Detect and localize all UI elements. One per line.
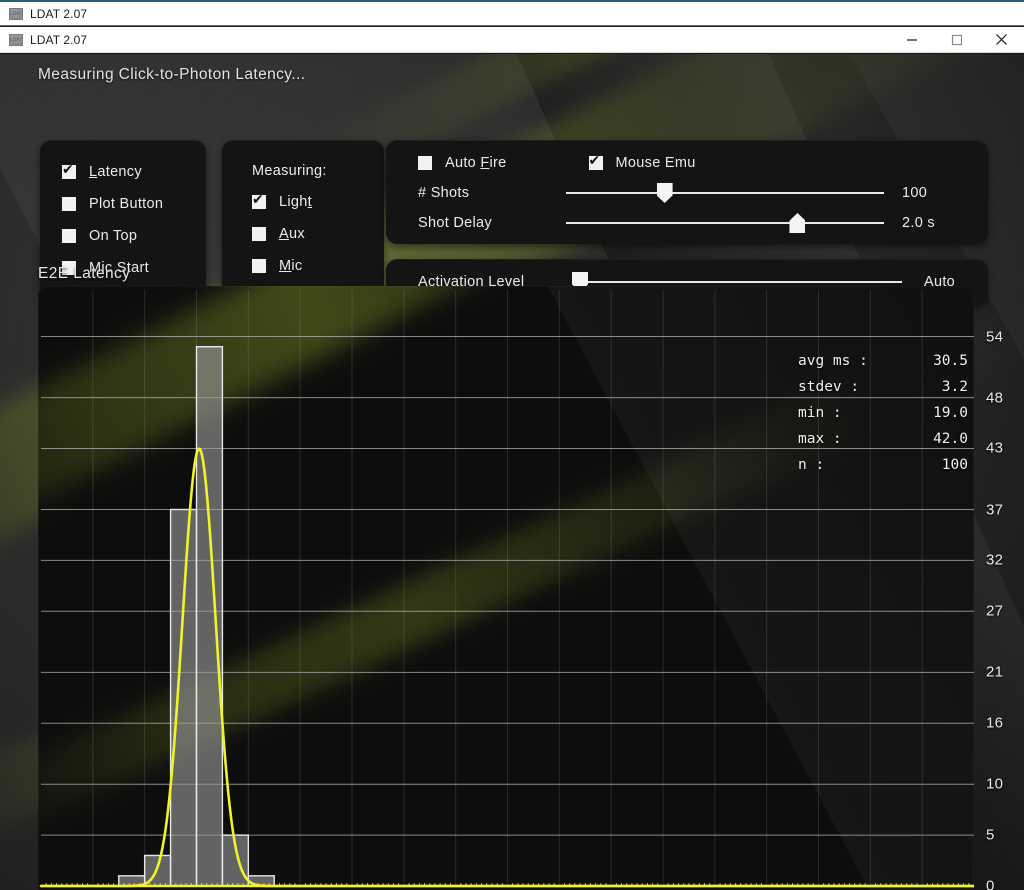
checkbox-label-light: Light [279, 194, 312, 210]
checkbox-light[interactable] [252, 191, 266, 209]
shot-delay-slider-handle[interactable] [789, 213, 806, 233]
stat-value: 19.0 [933, 405, 968, 421]
num-shots-slider-handle[interactable] [656, 183, 673, 203]
y-axis-tick-label: 27 [986, 602, 1004, 620]
minimize-icon [906, 34, 918, 46]
autofire-row: Auto Fire Mouse Emu [386, 148, 988, 178]
stat-key: min : [798, 405, 842, 421]
y-axis-tick-label: 5 [986, 826, 995, 844]
y-axis-tick-label: 0 [986, 877, 995, 890]
measuring-panel: Measuring: Light Aux Mic [222, 140, 384, 308]
taskbar-strip: LDAT LDAT 2.07 [0, 0, 1024, 26]
checkbox-label-latency: Latency [89, 164, 142, 180]
activation-level-slider-track[interactable] [572, 281, 902, 283]
checkbox-plot-button[interactable] [62, 197, 76, 211]
measuring-caption: Measuring: [252, 163, 327, 179]
checkbox-label-mouse-emu: Mouse Emu [615, 155, 696, 171]
taskbar-title: LDAT 2.07 [30, 6, 88, 21]
checkbox-label-auto-fire: Auto Fire [445, 155, 507, 171]
close-icon [995, 33, 1008, 46]
status-headline: Measuring Click-to-Photon Latency... [38, 66, 306, 83]
ldat-app-icon: LDAT [9, 33, 23, 46]
checkbox-row-mouse-emu[interactable]: Mouse Emu [588, 152, 696, 171]
checkbox-label-on-top: On Top [89, 228, 138, 244]
shots-panel: Auto Fire Mouse Emu # Shots 100 Shot Del… [386, 140, 988, 244]
shot-delay-value: 2.0 s [902, 215, 935, 231]
y-axis-tick-label: 16 [986, 714, 1004, 732]
y-axis-tick-label: 43 [986, 439, 1004, 457]
histogram-bar [195, 346, 224, 887]
num-shots-row: # Shots 100 [386, 178, 988, 208]
checkbox-row-auto-fire[interactable]: Auto Fire [418, 155, 507, 171]
y-axis-tick-label: 10 [986, 775, 1004, 793]
checkbox-row-plot-button[interactable]: Plot Button [40, 188, 206, 220]
stat-value: 30.5 [933, 353, 968, 369]
checkbox-label-mic: Mic [279, 258, 303, 274]
shot-delay-row: Shot Delay 2.0 s [386, 208, 988, 238]
checkbox-on-top[interactable] [62, 229, 76, 243]
num-shots-slider[interactable] [566, 180, 884, 206]
latency-histogram-chart[interactable]: avg ms : 30.5 stdev : 3.2 min : 19.0 max : 42.0… [38, 286, 974, 890]
stat-value: 3.2 [941, 379, 968, 395]
stat-key: max : [798, 431, 842, 447]
stats-overlay: avg ms : 30.5 stdev : 3.2 min : 19.0 max : 42.0… [798, 348, 968, 478]
checkbox-row-latency[interactable]: Latency [40, 156, 206, 188]
checkbox-mic[interactable] [252, 259, 266, 273]
stat-row: n : 100 [798, 452, 968, 478]
y-axis-tick-label: 37 [986, 501, 1004, 518]
stat-row: stdev : 3.2 [798, 374, 968, 400]
window-title: LDAT 2.07 [30, 32, 88, 47]
stat-row: min : 19.0 [798, 400, 968, 426]
num-shots-label: # Shots [418, 185, 470, 201]
window-maximize-button[interactable] [934, 27, 979, 52]
stat-value: 42.0 [933, 431, 968, 447]
stat-key: avg ms : [798, 353, 868, 369]
ldat-app-window: LDAT LDAT 2.07 LDAT LDAT 2.07 Measuring … [0, 0, 1024, 890]
shot-delay-slider-track[interactable] [566, 222, 884, 224]
checkbox-auto-fire[interactable] [418, 156, 432, 170]
app-content: Measuring Click-to-Photon Latency... Lat… [0, 54, 1024, 890]
y-axis-tick-label: 48 [986, 389, 1004, 407]
window-titlebar[interactable]: LDAT LDAT 2.07 [0, 27, 1024, 53]
stat-key: stdev : [798, 379, 860, 395]
num-shots-value: 100 [902, 185, 928, 201]
checkbox-row-mic[interactable]: Mic [222, 250, 384, 282]
checkbox-mouse-emu[interactable] [588, 152, 603, 170]
stat-value: 100 [941, 457, 968, 473]
checkbox-row-aux[interactable]: Aux [222, 218, 384, 250]
checkbox-label-plot-button: Plot Button [89, 196, 164, 212]
shot-delay-label: Shot Delay [418, 215, 492, 231]
checkbox-row-on-top[interactable]: On Top [40, 220, 206, 252]
ldat-app-icon: LDAT [9, 7, 23, 20]
y-axis-tick-label: 32 [986, 551, 1004, 569]
y-axis-tick-label: 21 [986, 663, 1004, 681]
checkbox-aux[interactable] [252, 227, 266, 241]
histogram-bar [169, 508, 198, 887]
stat-key: n : [798, 457, 825, 473]
maximize-icon [951, 34, 963, 46]
checkbox-latency[interactable] [62, 161, 76, 179]
stat-row: max : 42.0 [798, 426, 968, 452]
window-close-button[interactable] [979, 27, 1024, 52]
checkbox-label-aux: Aux [279, 226, 305, 242]
window-minimize-button[interactable] [889, 27, 934, 52]
stat-row: avg ms : 30.5 [798, 348, 968, 374]
num-shots-slider-track[interactable] [566, 192, 884, 194]
checkbox-row-light[interactable]: Light [222, 186, 384, 218]
y-axis-tick-label: 54 [986, 328, 1004, 346]
y-axis-labels: 0 5 10 16 21 27 32 37 43 48 54 [974, 286, 1024, 890]
chart-title: E2E Latency [38, 265, 131, 282]
shot-delay-slider[interactable] [566, 210, 884, 236]
